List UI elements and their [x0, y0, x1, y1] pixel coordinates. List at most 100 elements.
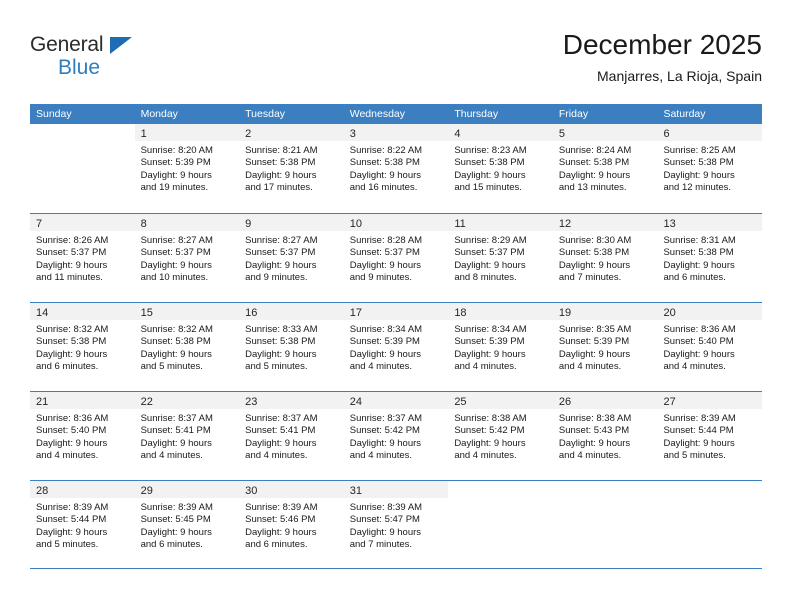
- daylight-text-line2: and 6 minutes.: [245, 539, 308, 551]
- sunset-text: Sunset: 5:41 PM: [245, 425, 316, 437]
- day-details: Sunrise: 8:39 AM Sunset: 5:45 PM Daylight:…: [135, 498, 240, 552]
- daylight-text-line2: and 11 minutes.: [36, 272, 103, 284]
- day-number-band: 20: [657, 303, 763, 320]
- day-cell-4[interactable]: 4 Sunrise: 8:23 AM Sunset: 5:38 PM Daylight…: [448, 124, 553, 213]
- day-details: Sunrise: 8:31 AM Sunset: 5:38 PM Daylight:…: [657, 231, 762, 285]
- day-cell-29[interactable]: 29 Sunrise: 8:39 AM Sunset: 5:45 PM Dayligh…: [134, 481, 240, 568]
- daylight-text-line2: and 4 minutes.: [36, 450, 99, 462]
- sunset-text: Sunset: 5:47 PM: [349, 514, 420, 526]
- day-number-band: 5: [552, 124, 658, 141]
- daylight-text-line1: Daylight: 9 hours: [349, 526, 422, 538]
- daylight-text-line2: and 6 minutes.: [36, 361, 99, 373]
- daylight-text-line1: Daylight: 9 hours: [349, 169, 422, 181]
- sunset-text: Sunset: 5:39 PM: [349, 336, 420, 348]
- daylight-text-line2: and 6 minutes.: [140, 539, 203, 551]
- day-cell-18[interactable]: 18 Sunrise: 8:34 AM Sunset: 5:39 PM Dayligh…: [448, 303, 553, 391]
- day-details: Sunrise: 8:30 AM Sunset: 5:38 PM Daylight:…: [553, 231, 658, 285]
- sunset-text: Sunset: 5:38 PM: [558, 247, 630, 259]
- sunrise-text: Sunrise: 8:21 AM: [245, 145, 318, 156]
- day-cell-8[interactable]: 8 Sunrise: 8:27 AM Sunset: 5:37 PM Daylight…: [134, 214, 240, 302]
- sunset-text: Sunset: 5:37 PM: [349, 247, 420, 259]
- day-cell-22[interactable]: 22 Sunrise: 8:37 AM Sunset: 5:41 PM Dayligh…: [134, 392, 240, 480]
- sunset-text: Sunset: 5:38 PM: [245, 336, 316, 348]
- sunrise-text: Sunrise: 8:36 AM: [663, 324, 736, 335]
- day-cell-14[interactable]: 14 Sunrise: 8:32 AM Sunset: 5:38 PM Dayligh…: [30, 303, 135, 391]
- day-details: Sunrise: 8:20 AM Sunset: 5:39 PM Daylight:…: [135, 141, 240, 195]
- day-cell-17[interactable]: 17 Sunrise: 8:34 AM Sunset: 5:39 PM Dayligh…: [343, 303, 449, 391]
- day-cell-28[interactable]: 28 Sunrise: 8:39 AM Sunset: 5:44 PM Dayligh…: [30, 481, 135, 568]
- day-cell-7[interactable]: 7 Sunrise: 8:26 AM Sunset: 5:37 PM Daylight…: [30, 214, 135, 302]
- day-cell-24[interactable]: 24 Sunrise: 8:37 AM Sunset: 5:42 PM Dayligh…: [343, 392, 449, 480]
- day-number: 4: [454, 128, 461, 140]
- day-details: Sunrise: 8:26 AM Sunset: 5:37 PM Daylight:…: [30, 231, 135, 285]
- daylight-text-line1: Daylight: 9 hours: [558, 437, 631, 449]
- day-cell-2[interactable]: 2 Sunrise: 8:21 AM Sunset: 5:38 PM Daylight…: [239, 124, 344, 213]
- daylight-text-line2: and 13 minutes.: [558, 182, 627, 194]
- sunrise-text: Sunrise: 8:39 AM: [245, 502, 318, 513]
- sunset-text: Sunset: 5:40 PM: [663, 336, 734, 348]
- day-details: Sunrise: 8:27 AM Sunset: 5:37 PM Daylight:…: [239, 231, 344, 285]
- day-cell-26[interactable]: 26 Sunrise: 8:38 AM Sunset: 5:43 PM Dayligh…: [552, 392, 658, 480]
- daylight-text-line1: Daylight: 9 hours: [663, 348, 735, 360]
- daylight-text-line1: Daylight: 9 hours: [349, 348, 422, 360]
- daylight-text-line1: Daylight: 9 hours: [558, 259, 631, 271]
- daylight-text-line1: Daylight: 9 hours: [349, 259, 422, 271]
- sunset-text: Sunset: 5:38 PM: [36, 336, 107, 348]
- day-number-band: 12: [552, 214, 658, 231]
- day-cell-6[interactable]: 6 Sunrise: 8:25 AM Sunset: 5:38 PM Daylight…: [657, 124, 763, 213]
- day-details: Sunrise: 8:36 AM Sunset: 5:40 PM Daylight:…: [657, 320, 762, 374]
- day-number-band: 25: [448, 392, 553, 409]
- weekday-header-wednesday: Wednesday: [349, 108, 405, 120]
- day-number: 28: [36, 485, 49, 497]
- day-cell-31[interactable]: 31 Sunrise: 8:39 AM Sunset: 5:47 PM Dayligh…: [343, 481, 449, 568]
- day-cell-13[interactable]: 13 Sunrise: 8:31 AM Sunset: 5:38 PM Dayligh…: [657, 214, 763, 302]
- day-number: 22: [140, 396, 153, 408]
- day-cell-12[interactable]: 12 Sunrise: 8:30 AM Sunset: 5:38 PM Dayligh…: [552, 214, 658, 302]
- sunset-text: Sunset: 5:37 PM: [36, 247, 107, 259]
- day-cell-10[interactable]: 10 Sunrise: 8:28 AM Sunset: 5:37 PM Dayligh…: [343, 214, 449, 302]
- sunrise-text: Sunrise: 8:39 AM: [140, 502, 213, 513]
- daylight-text-line1: Daylight: 9 hours: [454, 169, 526, 181]
- daylight-text-line1: Daylight: 9 hours: [36, 348, 108, 360]
- weekday-header-row: Sunday Monday Tuesday Wednesday Thursday Frid…: [30, 104, 762, 124]
- daylight-text-line1: Daylight: 9 hours: [36, 259, 108, 271]
- day-cell-25[interactable]: 25 Sunrise: 8:38 AM Sunset: 5:42 PM Dayligh…: [448, 392, 553, 480]
- calendar-week-row: 14 Sunrise: 8:32 AM Sunset: 5:38 PM Dayligh…: [30, 302, 763, 391]
- sunset-text: Sunset: 5:44 PM: [663, 425, 734, 437]
- daylight-text-line2: and 4 minutes.: [558, 361, 622, 373]
- day-cell-5[interactable]: 5 Sunrise: 8:24 AM Sunset: 5:38 PM Daylight…: [552, 124, 658, 213]
- sunset-text: Sunset: 5:39 PM: [558, 336, 630, 348]
- day-cell-27[interactable]: 27 Sunrise: 8:39 AM Sunset: 5:44 PM Dayligh…: [657, 392, 763, 480]
- day-cell-19[interactable]: 19 Sunrise: 8:35 AM Sunset: 5:39 PM Dayligh…: [552, 303, 658, 391]
- day-cell-20[interactable]: 20 Sunrise: 8:36 AM Sunset: 5:40 PM Dayligh…: [657, 303, 763, 391]
- sunset-text: Sunset: 5:41 PM: [140, 425, 211, 437]
- sunrise-text: Sunrise: 8:28 AM: [349, 235, 423, 246]
- day-cell-30[interactable]: 30 Sunrise: 8:39 AM Sunset: 5:46 PM Dayligh…: [239, 481, 344, 568]
- daylight-text-line1: Daylight: 9 hours: [245, 348, 317, 360]
- day-cell-3[interactable]: 3 Sunrise: 8:22 AM Sunset: 5:38 PM Daylight…: [343, 124, 449, 213]
- day-cell-21[interactable]: 21 Sunrise: 8:36 AM Sunset: 5:40 PM Dayligh…: [30, 392, 135, 480]
- day-cell-11[interactable]: 11 Sunrise: 8:29 AM Sunset: 5:37 PM Dayligh…: [448, 214, 553, 302]
- sunset-text: Sunset: 5:38 PM: [140, 336, 211, 348]
- day-details: Sunrise: 8:27 AM Sunset: 5:37 PM Daylight:…: [135, 231, 240, 285]
- sunset-text: Sunset: 5:37 PM: [454, 247, 525, 259]
- daylight-text-line2: and 4 minutes.: [454, 361, 517, 373]
- sunset-text: Sunset: 5:42 PM: [349, 425, 420, 437]
- day-number-band: [448, 481, 553, 498]
- day-cell-16[interactable]: 16 Sunrise: 8:33 AM Sunset: 5:38 PM Dayligh…: [239, 303, 344, 391]
- weekday-header-sunday: Sunday: [36, 108, 72, 120]
- day-cell-9[interactable]: 9 Sunrise: 8:27 AM Sunset: 5:37 PM Daylight…: [239, 214, 344, 302]
- daylight-text-line1: Daylight: 9 hours: [558, 348, 631, 360]
- daylight-text-line1: Daylight: 9 hours: [245, 526, 317, 538]
- day-details: Sunrise: 8:32 AM Sunset: 5:38 PM Daylight:…: [30, 320, 135, 374]
- day-number-band: 6: [657, 124, 763, 141]
- day-details: Sunrise: 8:28 AM Sunset: 5:37 PM Daylight:…: [344, 231, 449, 285]
- sunrise-text: Sunrise: 8:20 AM: [140, 145, 213, 156]
- sunrise-text: Sunrise: 8:35 AM: [558, 324, 632, 335]
- day-number-band: 10: [343, 214, 449, 231]
- day-cell-15[interactable]: 15 Sunrise: 8:32 AM Sunset: 5:38 PM Dayligh…: [134, 303, 240, 391]
- day-details: Sunrise: 8:25 AM Sunset: 5:38 PM Daylight:…: [657, 141, 762, 195]
- generalblue-logo[interactable]: General Blue: [30, 28, 190, 86]
- day-cell-1[interactable]: 1 Sunrise: 8:20 AM Sunset: 5:39 PM Daylight…: [134, 124, 240, 213]
- day-cell-23[interactable]: 23 Sunrise: 8:37 AM Sunset: 5:41 PM Dayligh…: [239, 392, 344, 480]
